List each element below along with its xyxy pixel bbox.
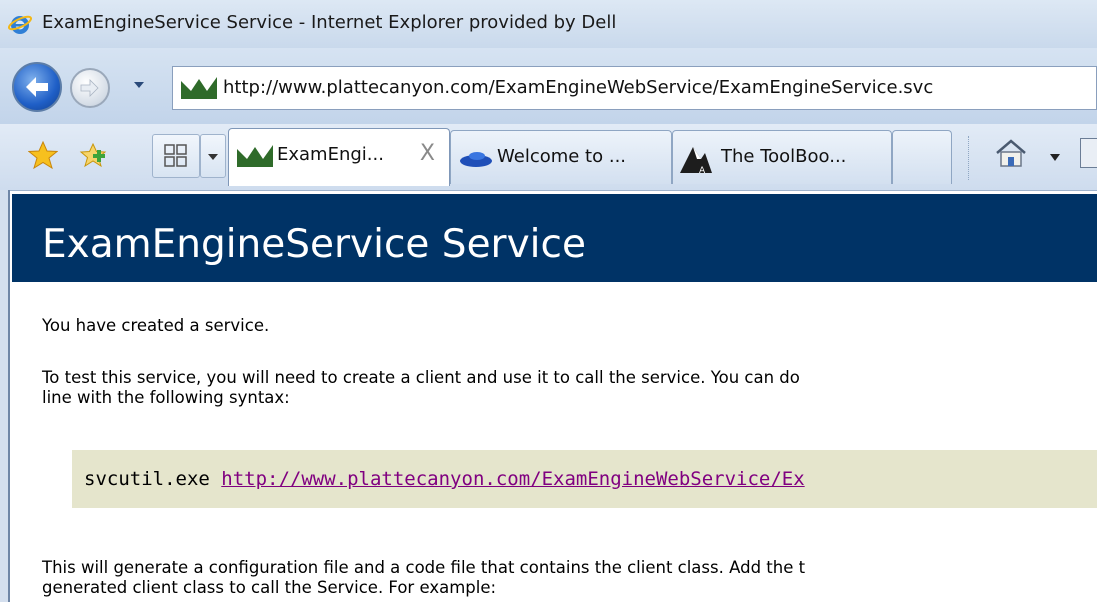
chevron-down-icon (208, 154, 218, 160)
navigation-bar: http://www.plattecanyon.com/ExamEngineWe… (0, 48, 1097, 124)
tab-examengine[interactable]: ExamEngi... X (228, 128, 450, 186)
toolbook-favicon-icon: A (680, 147, 712, 175)
home-icon[interactable] (994, 138, 1028, 168)
new-tab-button[interactable] (892, 130, 952, 184)
page-header-banner: ExamEngineService Service (12, 194, 1097, 282)
site-favicon-icon (237, 145, 273, 167)
page-title: ExamEngineService Service (42, 222, 586, 267)
car-favicon-icon (460, 152, 492, 167)
close-tab-icon[interactable]: X (420, 141, 435, 166)
tab-bar: ExamEngi... X Welcome to ... A The ToolB… (0, 124, 1097, 191)
generate-line-2: generated client class to call the Servi… (42, 578, 497, 597)
back-button[interactable] (12, 62, 62, 112)
favorites-star-icon[interactable] (28, 140, 58, 170)
svcutil-command: svcutil.exe (84, 468, 222, 490)
svg-text:A: A (699, 166, 706, 175)
home-dropdown-icon[interactable] (1048, 152, 1062, 164)
tab-label: ExamEngi... (277, 144, 384, 165)
back-arrow-icon (26, 77, 48, 97)
site-favicon-icon (181, 77, 217, 99)
feeds-icon[interactable] (1080, 138, 1097, 168)
forward-button[interactable] (70, 68, 110, 108)
tab-label: Welcome to ... (497, 146, 627, 167)
code-sample: svcutil.exe http://www.plattecanyon.com/… (84, 468, 805, 490)
window-left-border (0, 190, 10, 602)
tab-label: The ToolBoo... (721, 146, 847, 167)
internet-explorer-icon (8, 15, 32, 34)
toolbar-separator (968, 136, 971, 180)
window-title-bar: ExamEngineService Service - Internet Exp… (0, 0, 1097, 48)
add-to-favorites-icon[interactable] (78, 140, 108, 170)
intro-paragraph: You have created a service. (42, 316, 270, 335)
forward-arrow-icon (80, 79, 99, 97)
address-url: http://www.plattecanyon.com/ExamEngineWe… (223, 77, 934, 98)
tab-toolbook[interactable]: A The ToolBoo... (672, 130, 892, 184)
quick-tabs-button[interactable] (152, 134, 200, 178)
address-bar[interactable]: http://www.plattecanyon.com/ExamEngineWe… (172, 66, 1097, 110)
tab-list-button[interactable] (200, 134, 226, 178)
window-title: ExamEngineService Service - Internet Exp… (42, 12, 617, 33)
instructions-line-1: To test this service, you will need to c… (42, 368, 800, 387)
tab-welcome[interactable]: Welcome to ... (450, 130, 672, 184)
service-wsdl-link[interactable]: http://www.plattecanyon.com/ExamEngineWe… (221, 468, 804, 490)
generate-line-1: This will generate a configuration file … (42, 558, 806, 577)
quick-tabs-grid-icon (164, 144, 187, 167)
instructions-line-2: line with the following syntax: (42, 388, 290, 407)
code-sample-box: svcutil.exe http://www.plattecanyon.com/… (72, 450, 1097, 508)
recent-pages-dropdown-icon[interactable] (132, 78, 146, 92)
